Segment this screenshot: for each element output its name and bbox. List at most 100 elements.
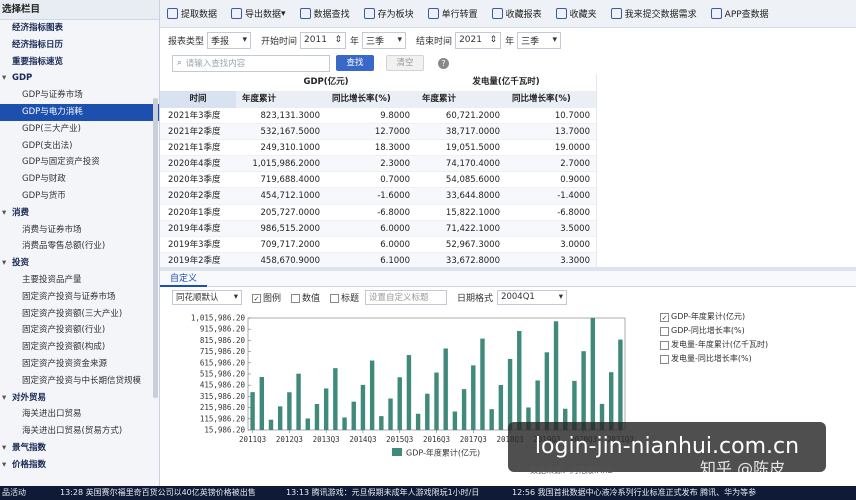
ticker-headline[interactable]: 13:28 英国赛尔福里奇百货公司以40亿英镑价格被出售: [60, 486, 256, 500]
x-tick-label: 2016Q3: [423, 435, 450, 444]
chevron-down-icon[interactable]: ▾: [281, 9, 286, 19]
sidebar-item[interactable]: 海关进出口贸易: [0, 406, 159, 423]
chevron-down-icon[interactable]: ▾: [2, 70, 12, 87]
toolbar-button[interactable]: 单行转置: [421, 0, 485, 28]
col-gdp-yoy[interactable]: 同比增长率(%): [326, 91, 416, 108]
sidebar-item[interactable]: 固定资产投资额(行业): [0, 322, 159, 339]
sidebar-item[interactable]: 消费品零售总额(行业): [0, 238, 159, 255]
sidebar-item[interactable]: GDP(三大产业): [0, 121, 159, 138]
col-power-cum[interactable]: 年度累计: [416, 91, 506, 108]
sidebar-item[interactable]: GDP与固定资产投资: [0, 154, 159, 171]
sidebar-item[interactable]: 消费与证券市场: [0, 222, 159, 239]
col-gdp-cum[interactable]: 年度累计: [236, 91, 326, 108]
sidebar-item[interactable]: GDP(支出法): [0, 138, 159, 155]
chevron-down-icon[interactable]: ▾: [2, 255, 12, 272]
table-cell: 33,672.8000: [445, 255, 500, 266]
sidebar-item-label: GDP: [12, 73, 33, 84]
col-time[interactable]: 时间: [160, 91, 236, 108]
sidebar-item[interactable]: GDP与货币: [0, 188, 159, 205]
sidebar-item[interactable]: 重要指标速览: [0, 54, 159, 71]
sidebar-item[interactable]: ▾ GDP: [0, 70, 159, 87]
sidebar-item[interactable]: 固定资产投资额(构成): [0, 339, 159, 356]
sidebar-item[interactable]: 经济指标日历: [0, 37, 159, 54]
chart-style-select[interactable]: 同花顺默认 ▾: [172, 289, 242, 305]
legend-checkbox[interactable]: ✓: [252, 293, 261, 303]
table-row[interactable]: 2021年3季度 823,131.3000 9.8000 60,721.2000 10.…: [160, 108, 596, 125]
table-row[interactable]: 2019年3季度 709,717.2000 6.0000 52,967.3000 3.0…: [160, 237, 596, 253]
start-quarter-select[interactable]: 三季 ▾: [362, 31, 407, 49]
sidebar-item[interactable]: 固定资产投资与证券市场: [0, 289, 159, 306]
legend-series-item[interactable]: GDP-同比增长率(%): [660, 324, 850, 338]
chevron-down-icon[interactable]: ▾: [2, 390, 12, 407]
sidebar-item[interactable]: ▾ 对外贸易: [0, 390, 159, 407]
start-year-input[interactable]: 2011 ⇕: [300, 31, 347, 49]
toolbar-button[interactable]: APP查数据: [704, 0, 776, 28]
ticker-headline[interactable]: 12:56 我国首批数据中心液冷系列行业标准正式发布 腾讯、华为等参: [512, 486, 756, 500]
sidebar-item[interactable]: ▾ 消费: [0, 205, 159, 222]
legend-series-item[interactable]: 发电量-同比增长率(%): [660, 352, 850, 366]
table-row[interactable]: 2019年4季度 986,515.2000 6.0000 71,422.1000 3.5…: [160, 220, 596, 237]
toolbar-button[interactable]: 收藏夹: [549, 0, 604, 28]
toolbar-button[interactable]: 存为板块: [357, 0, 421, 28]
sidebar-item[interactable]: ▾ 投资: [0, 255, 159, 272]
sidebar-item[interactable]: GDP与财政: [0, 171, 159, 188]
series-checkbox[interactable]: [660, 354, 669, 364]
title-input[interactable]: 设置自定义标题: [365, 289, 448, 305]
news-ticker[interactable]: 品活动 13:28 英国赛尔福里奇百货公司以40亿英镑价格被出售 13:13 腾讯游…: [0, 486, 856, 500]
toolbar-button[interactable]: 我来提交数据需求: [604, 0, 704, 28]
title-toggle[interactable]: 标题: [330, 291, 359, 304]
legend-series-item[interactable]: ✓ GDP-年度累计(亿元): [660, 310, 850, 324]
save-block-icon: [363, 8, 375, 19]
legend-series-item[interactable]: 发电量-年度累计(亿千瓦时): [660, 338, 850, 352]
title-checkbox[interactable]: [330, 293, 340, 303]
series-checkbox[interactable]: [660, 326, 669, 336]
clear-button[interactable]: 清空: [386, 55, 424, 71]
table-row[interactable]: 2020年1季度 205,727.0000 -6.8000 15,822.1000 -6…: [160, 205, 596, 221]
search-button[interactable]: 查找: [336, 55, 374, 71]
table-cell: 10.7000: [554, 111, 590, 121]
table-row[interactable]: 2021年1季度 249,310.1000 18.3000 19,051.5000 19…: [160, 140, 596, 157]
chevron-down-icon[interactable]: ▾: [2, 440, 12, 457]
report-type-select[interactable]: 季报 ▾: [207, 31, 252, 49]
end-year-input[interactable]: 2021 ⇕: [455, 31, 502, 49]
sidebar-item[interactable]: ▾ 景气指数: [0, 440, 159, 457]
value-checkbox[interactable]: [291, 293, 301, 303]
ticker-headline[interactable]: 13:13 腾讯游戏：元旦假期未成年人游戏限玩1小时/日: [286, 486, 479, 500]
series-checkbox[interactable]: ✓: [660, 312, 669, 322]
series-checkbox[interactable]: [660, 340, 669, 350]
legend-toggle[interactable]: ✓ 图例: [252, 291, 281, 304]
chevron-down-icon[interactable]: ▾: [2, 205, 12, 222]
table-row[interactable]: 2020年3季度 719,688.4000 0.7000 54,085.6000 0.9…: [160, 172, 596, 189]
toolbar-button[interactable]: 提取数据: [160, 0, 224, 28]
sidebar-item[interactable]: 主要投资品产量: [0, 272, 159, 289]
sidebar-item[interactable]: 海关进出口贸易(贸易方式): [0, 423, 159, 440]
sidebar-item[interactable]: GDP与证券市场: [0, 87, 159, 104]
col-power-yoy[interactable]: 同比增长率(%): [506, 91, 596, 108]
sidebar-item[interactable]: 固定资产投资与中长期信贷规模: [0, 373, 159, 390]
table-column-header: 时间 年度累计 同比增长率(%) 年度累计 同比增长率(%): [160, 91, 596, 108]
date-format-select[interactable]: 2004Q1 ▾: [497, 289, 568, 305]
toolbar-button[interactable]: 收藏报表: [485, 0, 549, 28]
sidebar-item[interactable]: 固定资产投资资金来源: [0, 356, 159, 373]
value-toggle[interactable]: 数值: [291, 291, 320, 304]
sidebar-item[interactable]: GDP与电力消耗: [0, 103, 159, 121]
tab-custom[interactable]: 自定义: [160, 271, 208, 287]
table-row[interactable]: 2020年2季度 454,712.1000 -1.6000 33,644.8000 -1…: [160, 188, 596, 205]
help-icon[interactable]: ?: [438, 57, 449, 69]
sidebar-item[interactable]: 固定资产投资额(三大产业): [0, 306, 159, 323]
y-tick-label: 315,986.20: [200, 392, 246, 401]
report-type-label: 报表类型: [168, 36, 205, 47]
toolbar-button[interactable]: 导出数据 ▾: [224, 0, 293, 28]
sidebar-scrollbar[interactable]: [153, 98, 158, 398]
sidebar-item[interactable]: ▾ 价格指数: [0, 457, 159, 474]
legend-swatch: [392, 448, 402, 456]
chevron-down-icon: ▾: [242, 35, 248, 45]
end-quarter-select[interactable]: 三季 ▾: [517, 31, 562, 49]
sidebar-item[interactable]: 经济指标图表: [0, 20, 159, 37]
table-row[interactable]: 2020年4季度 1,015,986.2000 2.3000 74,170.4000 2…: [160, 156, 596, 173]
table-row[interactable]: 2021年2季度 532,167.5000 12.7000 38,717.0000 13…: [160, 124, 596, 141]
chevron-down-icon[interactable]: ▾: [2, 457, 12, 474]
toolbar-button[interactable]: 数据查找: [293, 0, 357, 28]
search-input[interactable]: ⌕ 请输入查找内容: [172, 54, 330, 72]
ticker-headline[interactable]: 品活动: [2, 486, 26, 500]
